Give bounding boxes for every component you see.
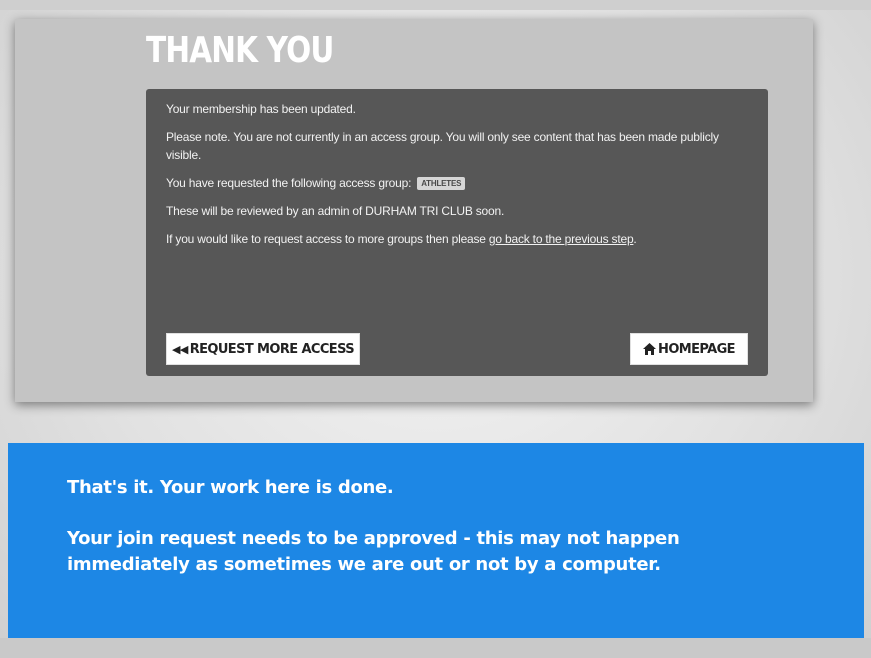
request-more-line: If you would like to request access to m… bbox=[166, 230, 748, 248]
homepage-button[interactable]: HOMEPAGE bbox=[630, 333, 748, 365]
slide-bottom-edge bbox=[0, 638, 871, 658]
banner-headline: That's it. Your work here is done. bbox=[67, 477, 394, 498]
requested-group-line: You have requested the following access … bbox=[166, 174, 748, 192]
membership-updated-text: Your membership has been updated. bbox=[166, 102, 356, 116]
double-chevron-left-icon: ◀◀ bbox=[171, 342, 188, 356]
homepage-label: HOMEPAGE bbox=[658, 341, 736, 357]
previous-step-link[interactable]: go back to the previous step bbox=[489, 232, 634, 246]
request-more-access-label: REQUEST MORE ACCESS bbox=[189, 341, 355, 357]
info-banner: That's it. Your work here is done. Your … bbox=[8, 443, 864, 638]
review-notice-text: These will be reviewed by an admin of DU… bbox=[166, 204, 505, 218]
thank-you-card: THANK YOU Your membership has been updat… bbox=[15, 19, 813, 402]
request-more-suffix: . bbox=[633, 232, 637, 246]
membership-notice-panel: Your membership has been updated. Please… bbox=[146, 89, 768, 376]
home-icon bbox=[643, 343, 657, 355]
page-title: THANK YOU bbox=[146, 30, 334, 71]
banner-approval-text: Your join request needs to be approved -… bbox=[67, 528, 680, 575]
access-group-note-text: Please note. You are not currently in an… bbox=[166, 130, 719, 162]
request-more-text: If you would like to request access to m… bbox=[166, 232, 489, 246]
slide-top-edge bbox=[0, 0, 871, 10]
request-more-access-button[interactable]: ◀◀ REQUEST MORE ACCESS bbox=[166, 333, 360, 365]
access-group-badge: ATHLETES bbox=[417, 177, 466, 191]
requested-group-label: You have requested the following access … bbox=[166, 176, 412, 190]
